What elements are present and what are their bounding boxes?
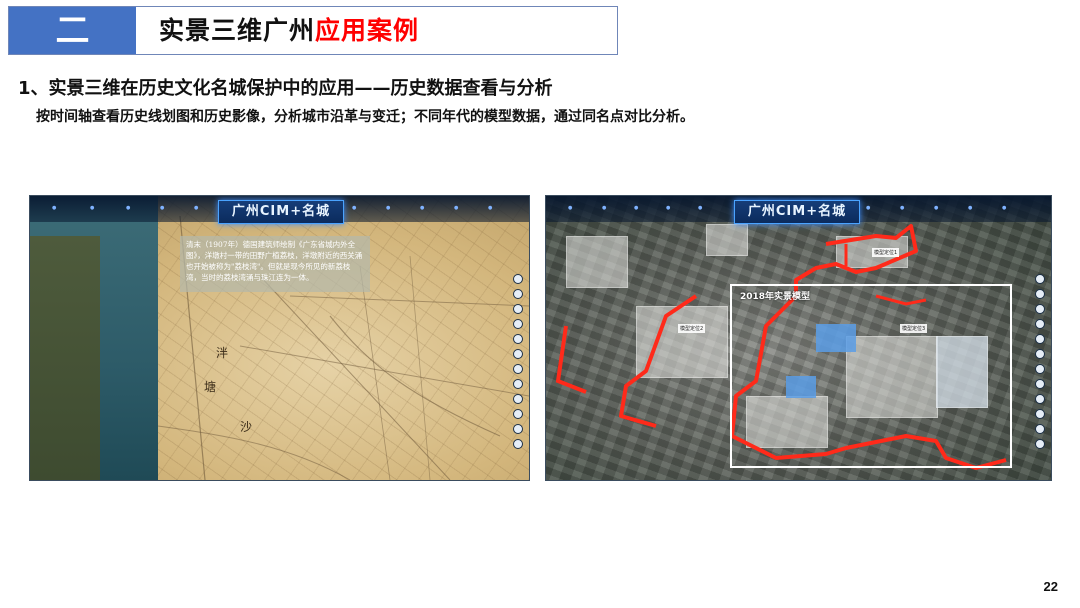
tool-icon[interactable] [1035,439,1045,449]
nav-item[interactable] [194,204,200,211]
tool-icon[interactable] [513,364,523,374]
nav-item[interactable] [488,204,494,211]
tool-icon[interactable] [513,379,523,389]
map-label: 沙 [240,420,253,434]
tool-icon[interactable] [513,439,523,449]
section-header: 二 实景三维广州应用案例 [8,6,618,55]
nav-item[interactable] [1002,204,1008,211]
building-tag[interactable]: 模型定位3 [900,324,928,333]
slide-title: 实景三维广州应用案例 [159,7,419,54]
tool-icon[interactable] [1035,274,1045,284]
tool-icon[interactable] [1035,409,1045,419]
tool-icon[interactable] [1035,319,1045,329]
nav-item[interactable] [160,204,166,211]
side-toolbar [1035,274,1045,454]
tool-icon[interactable] [513,424,523,434]
building-tag[interactable]: 模型定位1 [872,248,900,257]
tool-icon[interactable] [513,304,523,314]
nav-item[interactable] [52,204,58,211]
nav-item[interactable] [454,204,460,211]
tool-icon[interactable] [1035,304,1045,314]
nav-item[interactable] [386,204,392,211]
tool-icon[interactable] [1035,334,1045,344]
tool-icon[interactable] [513,289,523,299]
tool-icon[interactable] [513,334,523,344]
nav-item[interactable] [420,204,426,211]
nav-item[interactable] [968,204,974,211]
section-number: 二 [9,7,136,54]
nav-item[interactable] [90,204,96,211]
nav-item[interactable] [126,204,132,211]
nav-item[interactable] [634,204,640,211]
model-year-label: 2018年实景模型 [740,292,811,302]
tool-icon[interactable] [1035,349,1045,359]
nav-item[interactable] [866,204,872,211]
nav-item[interactable] [698,204,704,211]
tool-icon[interactable] [513,409,523,419]
title-main: 实景三维广州 [159,16,316,45]
map-label: 泮 [216,346,229,360]
side-toolbar [513,274,523,454]
app-title: 广州CIM+名城 [734,200,860,224]
title-highlight: 应用案例 [315,16,420,45]
tool-icon[interactable] [513,349,523,359]
nav-item[interactable] [602,204,608,211]
tool-icon[interactable] [1035,289,1045,299]
tool-icon[interactable] [1035,394,1045,404]
description: 按时间轴查看历史线划图和历史影像，分析城市沿革与变迁；不同年代的模型数据，通过同… [36,109,694,125]
nav-item[interactable] [568,204,574,211]
model-comparison-frame [730,284,1012,468]
nav-item[interactable] [900,204,906,211]
tool-icon[interactable] [513,319,523,329]
historical-map-screenshot: 泮 塘 沙 广州CIM+名城 清末（1907年）德国建筑师绘制《广东省城内外全图… [30,196,529,480]
nav-item[interactable] [352,204,358,211]
tool-icon[interactable] [513,394,523,404]
app-title: 广州CIM+名城 [218,200,344,224]
nav-item[interactable] [666,204,672,211]
page-number: 22 [1043,579,1058,594]
subheading: 1、实景三维在历史文化名城保护中的应用——历史数据查看与分析 [18,78,553,99]
tool-icon[interactable] [1035,379,1045,389]
nav-item[interactable] [934,204,940,211]
building-tag[interactable]: 模型定位2 [678,324,706,333]
tool-icon[interactable] [1035,424,1045,434]
history-annotation: 清末（1907年）德国建筑师绘制《广东省城内外全图》，洋墩村一带的田野广植荔枝，… [180,236,370,292]
tool-icon[interactable] [1035,364,1045,374]
realscene-model-screenshot: 2018年实景模型 模型定位1 模型定位2 模型定位3 广州CIM+名城 [546,196,1051,480]
tool-icon[interactable] [513,274,523,284]
map-label: 塘 [204,380,217,394]
